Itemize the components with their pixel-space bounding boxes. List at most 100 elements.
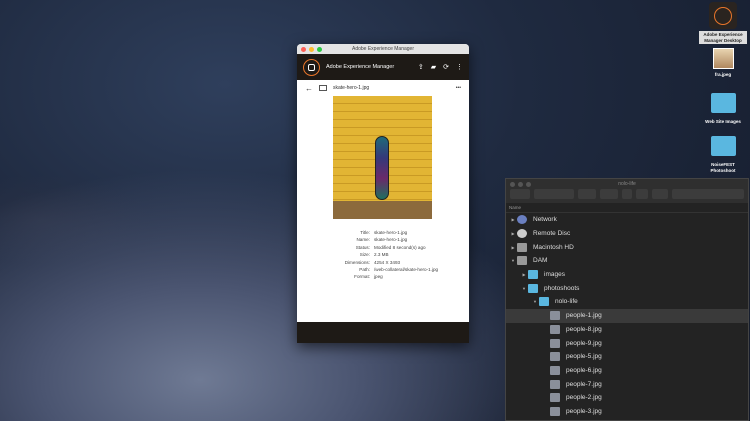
back-forward-button[interactable] bbox=[510, 189, 530, 199]
tags-button[interactable] bbox=[636, 189, 648, 199]
image-icon bbox=[550, 406, 560, 416]
item-label: people-9.jpg bbox=[566, 339, 602, 347]
finder-titlebar[interactable]: nolo-life bbox=[506, 179, 748, 203]
desktop-icon-fra[interactable]: fra.jpeg bbox=[699, 48, 747, 78]
list-item[interactable]: people-6.jpg bbox=[506, 364, 748, 378]
metadata-row: Title: skate-hero-1.jpg bbox=[360, 230, 408, 235]
app-footer bbox=[297, 322, 469, 343]
item-label: Remote Disc bbox=[533, 230, 571, 238]
file-name: skate-hero-1.jpg bbox=[333, 85, 370, 91]
list-item[interactable]: people-2.jpg bbox=[506, 391, 748, 405]
column-header-name[interactable]: Name bbox=[506, 203, 748, 213]
item-label: people-7.jpg bbox=[566, 380, 602, 388]
image-icon bbox=[550, 352, 560, 362]
finder-title: nolo-life bbox=[618, 181, 636, 187]
folder-icon bbox=[528, 283, 538, 293]
list-item[interactable]: ▼ nolo-life bbox=[506, 295, 748, 309]
desktop-icon-noisefest[interactable]: NoiseFEST Photoshoot bbox=[699, 136, 747, 173]
image-icon bbox=[550, 324, 560, 334]
upload-icon[interactable]: ⇪ bbox=[418, 63, 424, 71]
disclosure-open-icon[interactable]: ▼ bbox=[531, 299, 539, 304]
drive-icon bbox=[517, 256, 527, 266]
item-label: people-3.jpg bbox=[566, 407, 602, 415]
disclosure-closed-icon[interactable]: ▶ bbox=[509, 231, 517, 236]
finder-window: nolo-life Name ▶ Network ▶ Remote Disc ▶ Maci… bbox=[505, 178, 749, 421]
item-label: photoshoots bbox=[544, 284, 580, 292]
window-titlebar[interactable]: Adobe Experience Manager bbox=[297, 44, 469, 54]
list-item[interactable]: people-1.jpg bbox=[506, 308, 748, 323]
metadata-list: Title: skate-hero-1.jpg Name: skate-hero-1… bbox=[297, 229, 469, 281]
list-item[interactable]: ▼ DAM bbox=[506, 254, 748, 268]
skateboard bbox=[375, 136, 389, 200]
item-label: people-5.jpg bbox=[566, 353, 602, 361]
dropbox-button[interactable] bbox=[652, 189, 668, 199]
share-button[interactable] bbox=[622, 189, 632, 199]
list-item[interactable]: people-7.jpg bbox=[506, 377, 748, 391]
list-item[interactable]: ▶ Remote Disc bbox=[506, 227, 748, 241]
item-label: people-6.jpg bbox=[566, 366, 602, 374]
back-arrow-icon[interactable]: ← bbox=[305, 84, 313, 93]
metadata-row: Name: skate-hero-1.jpg bbox=[356, 237, 408, 243]
metadata-row: Path:/web-collateral/skate-hero-1.jpg bbox=[359, 267, 439, 273]
disclosure-closed-icon[interactable]: ▶ bbox=[509, 217, 517, 222]
file-toolbar: ← skate-hero-1.jpg ••• bbox=[297, 80, 469, 96]
folder-icon bbox=[710, 136, 736, 156]
minimize-button[interactable] bbox=[309, 47, 314, 52]
close-button[interactable] bbox=[301, 47, 306, 52]
item-label: images bbox=[544, 271, 565, 279]
disclosure-open-icon[interactable]: ▼ bbox=[509, 258, 517, 263]
search-field[interactable] bbox=[672, 189, 744, 199]
aem-app-icon bbox=[709, 2, 737, 29]
item-label: people-8.jpg bbox=[566, 325, 602, 333]
disc-icon bbox=[517, 229, 527, 239]
zoom-button[interactable] bbox=[317, 47, 322, 52]
app-name: Adobe Experience Manager bbox=[326, 64, 395, 70]
list-item[interactable]: ▶ Macintosh HD bbox=[506, 240, 748, 254]
action-button[interactable] bbox=[600, 189, 618, 199]
arrange-button[interactable] bbox=[578, 189, 596, 199]
desktop-icon-web-site-images[interactable]: Web Site Images bbox=[699, 93, 747, 125]
item-label: Network bbox=[533, 216, 557, 224]
list-item[interactable]: people-5.jpg bbox=[506, 350, 748, 364]
asset-preview-image bbox=[333, 96, 432, 219]
item-label: nolo-life bbox=[555, 298, 578, 306]
item-label: Macintosh HD bbox=[533, 243, 574, 251]
image-icon bbox=[550, 311, 560, 321]
item-label: people-1.jpg bbox=[566, 312, 602, 320]
item-label: people-2.jpg bbox=[566, 394, 602, 402]
folder-icon[interactable]: ▰ bbox=[431, 63, 436, 71]
item-label: DAM bbox=[533, 257, 548, 265]
disclosure-closed-icon[interactable]: ▶ bbox=[509, 245, 517, 250]
folder-icon bbox=[528, 270, 538, 280]
disclosure-closed-icon[interactable]: ▶ bbox=[520, 272, 528, 277]
metadata-row: Size: 2.3 MB bbox=[359, 252, 389, 258]
view-mode-buttons[interactable] bbox=[534, 189, 574, 199]
list-item[interactable]: people-9.jpg bbox=[506, 336, 748, 350]
list-item[interactable]: ▼ photoshoots bbox=[506, 281, 748, 295]
metadata-row: Status: Modified 8 second(s) ago bbox=[355, 244, 426, 250]
image-icon bbox=[550, 379, 560, 389]
image-icon bbox=[550, 393, 560, 403]
image-icon bbox=[319, 85, 327, 91]
image-icon bbox=[550, 365, 560, 375]
folder-icon bbox=[539, 297, 549, 307]
more-horizontal-icon[interactable]: ••• bbox=[456, 85, 461, 91]
list-item[interactable]: ▶ Network bbox=[506, 213, 748, 227]
more-vertical-icon[interactable]: ⋮ bbox=[456, 63, 463, 71]
image-thumbnail-icon bbox=[712, 48, 734, 69]
metadata-row: Format: jpeg bbox=[354, 274, 383, 280]
finder-toolbar bbox=[510, 189, 744, 199]
list-item[interactable]: ▶ images bbox=[506, 268, 748, 282]
list-item[interactable]: people-8.jpg bbox=[506, 323, 748, 337]
desktop-icon-aem[interactable]: Adobe Experience Manager Desktop bbox=[699, 2, 747, 44]
window-title: Adobe Experience Manager bbox=[352, 46, 414, 52]
list-item[interactable]: people-3.jpg bbox=[506, 405, 748, 419]
file-list: ▶ Network ▶ Remote Disc ▶ Macintosh HD ▼ DAM ▶ im… bbox=[506, 213, 748, 418]
refresh-icon[interactable]: ⟳ bbox=[443, 63, 449, 71]
folder-icon bbox=[710, 93, 736, 113]
network-icon bbox=[517, 215, 527, 225]
app-header: Adobe Experience Manager ⇪ ▰ ⟳ ⋮ bbox=[297, 54, 469, 80]
disclosure-open-icon[interactable]: ▼ bbox=[520, 286, 528, 291]
aem-logo-icon bbox=[303, 58, 320, 76]
image-icon bbox=[550, 338, 560, 348]
